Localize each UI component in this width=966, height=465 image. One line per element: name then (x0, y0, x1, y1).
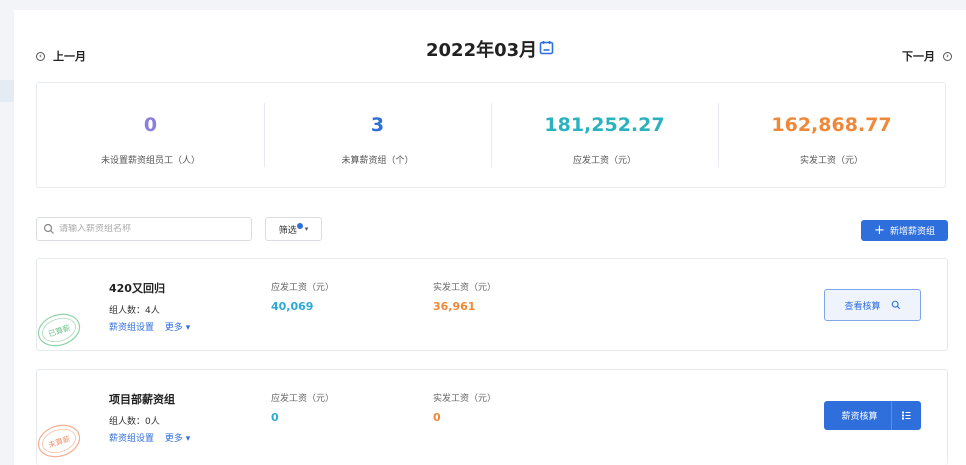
prev-month-label: 上一月 (53, 50, 86, 63)
next-month-label: 下一月 (902, 50, 935, 63)
more-label: 更多 (164, 323, 183, 333)
view-label: 查看核算 (844, 301, 881, 312)
net-pay-label: 实发工资（元） (433, 394, 497, 404)
calculate-label: 薪资核算 (841, 412, 878, 422)
sidebar-active-indicator (0, 80, 14, 102)
net-pay-value: 36,961 (433, 300, 476, 313)
group-settings-link[interactable]: 薪资组设置 (109, 434, 154, 444)
calendar-icon[interactable] (539, 40, 554, 59)
current-month: 2022年03月 (426, 40, 538, 61)
group-name: 项目部薪资组 (109, 393, 175, 406)
stat-value: 162,868.77 (771, 114, 892, 136)
card-links: 薪资组设置 更多 ▾ (109, 320, 190, 333)
stat-value: 0 (143, 114, 158, 136)
member-count: 组人数：0人 (109, 417, 160, 427)
more-menu-link[interactable]: 更多 ▾ (165, 434, 190, 444)
sidebar-edge (0, 0, 14, 465)
stamp-text: 已算薪 (47, 322, 72, 339)
stamp-uncalculated: 未算薪 (37, 424, 81, 458)
chevron-down-icon: ▾ (182, 323, 191, 333)
gross-pay-value: 40,069 (271, 300, 314, 313)
gross-pay-label: 应发工资（元） (271, 283, 335, 293)
stat-unset-employees: 0 未设置薪资组员工（人） (37, 83, 264, 187)
list-settings-icon (902, 411, 911, 420)
payroll-group-card: 420又回归 组人数：4人 薪资组设置 更多 ▾ 应发工资（元） 40,069 … (36, 258, 948, 351)
search-icon (891, 300, 900, 310)
search-icon (43, 223, 54, 234)
calculate-payroll-button: 薪资核算 (824, 401, 921, 430)
stat-label: 未算薪资组（个） (341, 156, 414, 166)
add-payroll-group-button[interactable]: + 新增薪资组 (861, 220, 948, 241)
month-title: 2022年03月 (426, 36, 554, 62)
gross-pay-label: 应发工资（元） (271, 394, 335, 404)
stat-label: 未设置薪资组员工（人） (100, 156, 200, 166)
more-label: 更多 (164, 434, 183, 444)
stat-value: 181,252.27 (544, 114, 665, 136)
card-links: 薪资组设置 更多 ▾ (109, 431, 190, 444)
filter-button[interactable]: 筛选 ▾ (265, 217, 322, 241)
stats-summary: 0 未设置薪资组员工（人） 3 未算薪资组（个） 181,252.27 应发工资… (36, 82, 946, 188)
payroll-group-card: 项目部薪资组 组人数：0人 薪资组设置 更多 ▾ 应发工资（元） 0 实发工资（… (36, 369, 948, 465)
arrow-left-icon: ‹ (36, 51, 45, 61)
filter-active-dot (296, 222, 303, 229)
calculate-button[interactable]: 薪资核算 (824, 401, 891, 430)
group-name: 420又回归 (109, 282, 165, 295)
next-month-button[interactable]: 下一月 › (902, 48, 952, 64)
add-label: 新增薪资组 (889, 227, 935, 237)
stat-uncalculated-groups: 3 未算薪资组（个） (264, 83, 491, 187)
arrow-right-icon: › (943, 51, 952, 61)
member-count: 组人数：4人 (109, 306, 160, 316)
calculate-options-button[interactable] (891, 401, 921, 430)
net-pay-label: 实发工资（元） (433, 283, 497, 293)
group-settings-link[interactable]: 薪资组设置 (109, 323, 154, 333)
chevron-down-icon: ▾ (182, 434, 191, 444)
gross-pay-value: 0 (271, 411, 279, 424)
stat-net-pay: 162,868.77 实发工资（元） (718, 83, 945, 187)
search-input[interactable] (59, 224, 239, 234)
stamp-text: 未算薪 (47, 433, 72, 450)
stat-label: 应发工资（元） (572, 156, 636, 166)
net-pay-value: 0 (433, 411, 441, 424)
stat-gross-pay: 181,252.27 应发工资（元） (491, 83, 718, 187)
stat-value: 3 (370, 114, 385, 136)
more-menu-link[interactable]: 更多 ▾ (165, 323, 190, 333)
stamp-calculated: 已算薪 (37, 313, 81, 347)
stat-label: 实发工资（元） (799, 156, 863, 166)
prev-month-button[interactable]: ‹ 上一月 (36, 48, 86, 64)
search-box (36, 217, 252, 241)
plus-icon: + (874, 223, 885, 238)
filter-label: 筛选 (278, 225, 297, 236)
view-accounting-button[interactable]: 查看核算 (824, 289, 921, 321)
payroll-panel: ‹ 上一月 2022年03月 下一月 › 0 未设置薪资组员工（人） 3 未算薪… (14, 10, 966, 465)
chevron-down-icon: ▾ (304, 225, 309, 233)
